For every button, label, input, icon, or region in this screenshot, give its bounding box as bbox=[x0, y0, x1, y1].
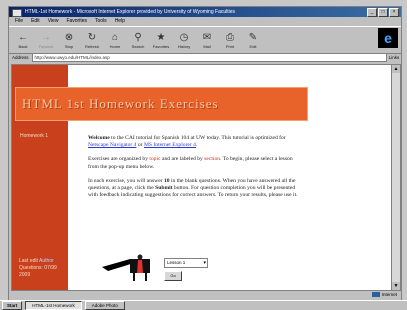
refresh-button[interactable]: ↻ Refresh bbox=[82, 29, 102, 51]
close-button[interactable]: × bbox=[389, 8, 399, 17]
maximize-button[interactable]: □ bbox=[378, 8, 388, 17]
toolbar: ← Back → Forward ⊗ Stop ↻ Refresh ⌂ Home ⚲ Sea… bbox=[9, 26, 401, 54]
edit-button[interactable]: ✎ Edit bbox=[243, 29, 263, 51]
lesson-form: Lesson 1 Go bbox=[164, 258, 212, 281]
lesson-select[interactable]: Lesson 1 bbox=[164, 258, 208, 268]
address-label: Address bbox=[12, 54, 29, 60]
footer-author-link[interactable]: Author bbox=[39, 258, 54, 264]
menu-favorites[interactable]: Favorites bbox=[66, 17, 87, 26]
go-button[interactable]: Go bbox=[164, 271, 182, 281]
menu-edit[interactable]: Edit bbox=[31, 17, 40, 26]
section-link[interactable]: section bbox=[204, 156, 220, 162]
address-bar: Address http://www.uwyo.edu/HTML/index.a… bbox=[9, 52, 401, 62]
menu-tools[interactable]: Tools bbox=[95, 17, 107, 26]
netscape-link[interactable]: Netscape Navigator 4 bbox=[88, 142, 136, 148]
organization-paragraph: Exercises are organized by topic and are… bbox=[88, 156, 293, 170]
screen: HTML-1st Homework - Microsoft Internet E… bbox=[0, 0, 407, 310]
menu-view[interactable]: View bbox=[48, 17, 59, 26]
forward-button[interactable]: → Forward bbox=[36, 29, 56, 51]
security-zone: Internet bbox=[371, 291, 397, 299]
stop-icon: ⊗ bbox=[64, 31, 74, 43]
mail-icon: ✉ bbox=[202, 31, 212, 43]
back-arrow-icon: ← bbox=[18, 31, 28, 43]
page-banner: HTML 1st Homework Exercises bbox=[15, 87, 308, 121]
footer-questions: Questions: 07/99 bbox=[19, 265, 57, 271]
refresh-icon: ↻ bbox=[87, 31, 97, 43]
print-icon: ⎙ bbox=[226, 31, 234, 43]
links-button[interactable]: Links bbox=[387, 55, 401, 60]
ie-window-icon bbox=[12, 9, 22, 17]
cart-figure-illustration bbox=[102, 254, 150, 281]
scroll-up-icon[interactable]: ▲ bbox=[392, 65, 400, 73]
title-bar[interactable]: HTML-1st Homework - Microsoft Internet E… bbox=[9, 7, 401, 17]
window-title: HTML-1st Homework - Microsoft Internet E… bbox=[25, 9, 236, 15]
browser-window: HTML-1st Homework - Microsoft Internet E… bbox=[8, 6, 402, 304]
print-button[interactable]: ⎙ Print bbox=[220, 29, 240, 51]
menu-file[interactable]: File bbox=[15, 17, 23, 26]
scroll-down-icon[interactable]: ▼ bbox=[392, 282, 400, 290]
ie-link[interactable]: MS Internet Explorer 4 bbox=[144, 142, 196, 148]
instructions-paragraph: In each exercise, you will answer 10 in … bbox=[88, 177, 298, 199]
back-button[interactable]: ← Back bbox=[13, 29, 33, 51]
page-viewport: HTML 1st Homework Exercises Homework 1 L… bbox=[11, 64, 393, 291]
footer-year: 2009 bbox=[19, 272, 31, 278]
edit-icon: ✎ bbox=[248, 31, 258, 43]
sidebar-footer: Last edit Author Questions: 07/99 2009 bbox=[19, 258, 67, 279]
internet-zone-icon bbox=[371, 292, 380, 298]
topic-link[interactable]: topic bbox=[149, 156, 160, 162]
favorites-icon: ★ bbox=[156, 31, 166, 43]
history-button[interactable]: ◷ History bbox=[174, 29, 194, 51]
main-content: Welcome to the CAI tutorial for Spanish … bbox=[88, 135, 298, 206]
intro-paragraph: Welcome to the CAI tutorial for Spanish … bbox=[88, 135, 286, 149]
home-icon: ⌂ bbox=[111, 31, 119, 43]
sidebar-link-homework[interactable]: Homework 1 bbox=[20, 133, 64, 140]
stop-button[interactable]: ⊗ Stop bbox=[59, 29, 79, 51]
status-bar: Internet bbox=[9, 291, 401, 299]
history-icon: ◷ bbox=[179, 31, 189, 43]
search-button[interactable]: ⚲ Search bbox=[128, 29, 148, 51]
mail-button[interactable]: ✉ Mail bbox=[197, 29, 217, 51]
favorites-button[interactable]: ★ Favorites bbox=[151, 29, 171, 51]
home-button[interactable]: ⌂ Home bbox=[105, 29, 125, 51]
vertical-scrollbar[interactable]: ▲ ▼ bbox=[391, 64, 401, 291]
search-icon: ⚲ bbox=[134, 31, 142, 43]
menu-help[interactable]: Help bbox=[115, 17, 125, 26]
address-input[interactable]: http://www.uwyo.edu/HTML/index.asp bbox=[31, 52, 387, 62]
minimize-button[interactable]: _ bbox=[367, 8, 377, 17]
footer-edit-label: Last edit bbox=[19, 258, 38, 264]
forward-arrow-icon: → bbox=[41, 31, 51, 43]
menu-bar: File Edit View Favorites Tools Help bbox=[9, 17, 401, 26]
ie-logo-icon: e bbox=[378, 28, 398, 48]
